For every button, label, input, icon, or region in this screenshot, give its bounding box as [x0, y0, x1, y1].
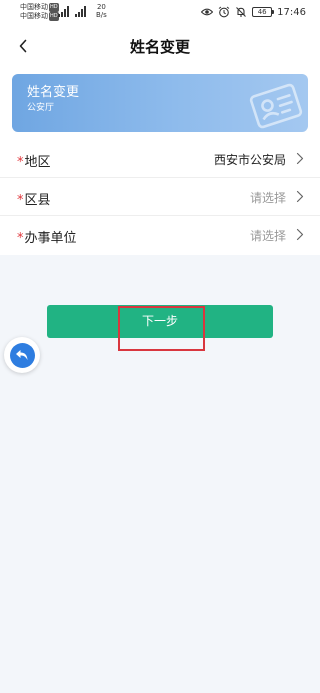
carrier-2-label: 中国移动	[20, 12, 48, 20]
district-label-text: 区县	[24, 193, 51, 208]
page-title: 姓名变更	[129, 38, 190, 56]
status-bar: 中国移动 HD 中国移动 HD 20 B/s 46 17:46	[0, 0, 320, 24]
office-row[interactable]: *办事单位 请选择	[0, 216, 320, 255]
required-mark: *	[17, 155, 24, 170]
region-value: 西安市公安局	[213, 153, 286, 167]
chevron-right-icon	[296, 152, 304, 165]
signal-icon	[58, 6, 86, 17]
id-card-icon	[249, 83, 303, 129]
floating-return-button[interactable]	[4, 337, 40, 373]
speed-value: 20	[96, 3, 106, 11]
battery-icon: 46	[252, 7, 275, 17]
chevron-right-icon	[296, 190, 304, 203]
required-mark: *	[17, 231, 24, 246]
office-placeholder: 请选择	[249, 229, 286, 243]
required-mark: *	[17, 193, 24, 208]
region-label-text: 地区	[24, 155, 51, 170]
nav-bar: 姓名变更	[0, 24, 320, 68]
service-banner: 姓名变更 公安厅	[12, 74, 308, 132]
return-arrow-icon	[16, 350, 28, 360]
office-label-text: 办事单位	[24, 231, 77, 246]
carrier-info: 中国移动 HD 中国移动 HD	[20, 3, 59, 21]
region-label: *地区	[17, 151, 51, 170]
speed-unit: B/s	[96, 11, 107, 19]
office-label: *办事单位	[17, 227, 77, 246]
status-icons: 46 17:46	[201, 5, 306, 19]
network-speed: 20 B/s	[96, 3, 107, 19]
carrier-1-label: 中国移动	[20, 3, 48, 11]
banner-title: 姓名变更	[27, 85, 80, 100]
district-row[interactable]: *区县 请选择	[0, 178, 320, 216]
clock-time: 17:46	[277, 6, 306, 18]
mute-icon	[236, 7, 247, 17]
region-row[interactable]: *地区 西安市公安局	[0, 140, 320, 178]
chevron-right-icon	[296, 228, 304, 241]
banner-subtitle: 公安厅	[27, 103, 55, 113]
application-form: *地区 西安市公安局 *区县 请选择 *办事单位 请选择	[0, 140, 320, 255]
district-placeholder: 请选择	[249, 191, 286, 205]
district-label: *区县	[17, 189, 51, 208]
alarm-icon	[218, 6, 230, 18]
next-step-button[interactable]: 下一步	[47, 305, 273, 338]
return-button-circle	[9, 342, 35, 368]
eye-icon	[201, 8, 214, 16]
